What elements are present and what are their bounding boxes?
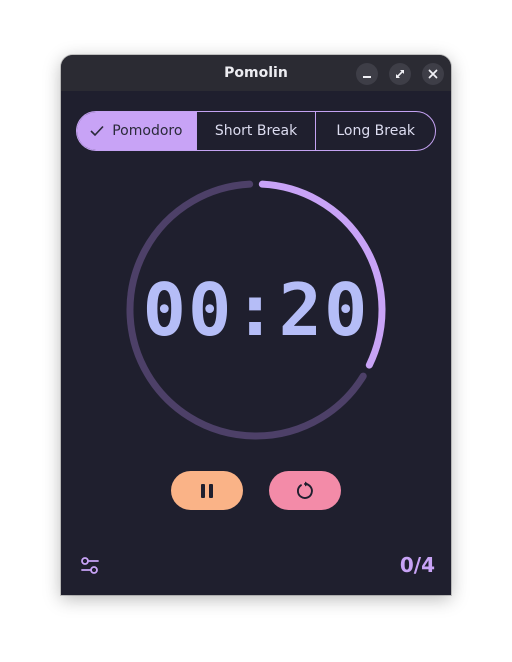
checkmark-icon: [90, 125, 104, 137]
pause-icon: [201, 483, 213, 498]
settings-sliders-icon: [81, 557, 99, 574]
mode-pomodoro[interactable]: Pomodoro: [77, 112, 197, 150]
app-window: Pomolin Pomodoro Short Break Long Break …: [61, 55, 451, 595]
minimize-icon: [363, 76, 371, 78]
window-title: Pomolin: [224, 65, 288, 81]
mode-label: Pomodoro: [112, 123, 183, 139]
mode-long-break[interactable]: Long Break: [316, 112, 435, 150]
minimize-button[interactable]: [356, 63, 378, 85]
close-button[interactable]: [422, 63, 444, 85]
maximize-button[interactable]: [389, 63, 411, 85]
mode-label: Short Break: [214, 123, 298, 139]
maximize-icon: [396, 70, 404, 78]
settings-button[interactable]: [79, 555, 101, 581]
pause-button[interactable]: [171, 471, 243, 510]
mode-short-break[interactable]: Short Break: [197, 112, 317, 150]
session-counter: 0/4: [399, 553, 435, 577]
timer-display: 00:20: [142, 268, 370, 352]
reset-icon: [296, 481, 313, 499]
mode-selector: Pomodoro Short Break Long Break: [76, 111, 436, 151]
mode-label: Long Break: [336, 123, 416, 139]
reset-button[interactable]: [269, 471, 341, 510]
title-bar[interactable]: Pomolin: [61, 55, 451, 91]
close-icon: [428, 69, 438, 79]
